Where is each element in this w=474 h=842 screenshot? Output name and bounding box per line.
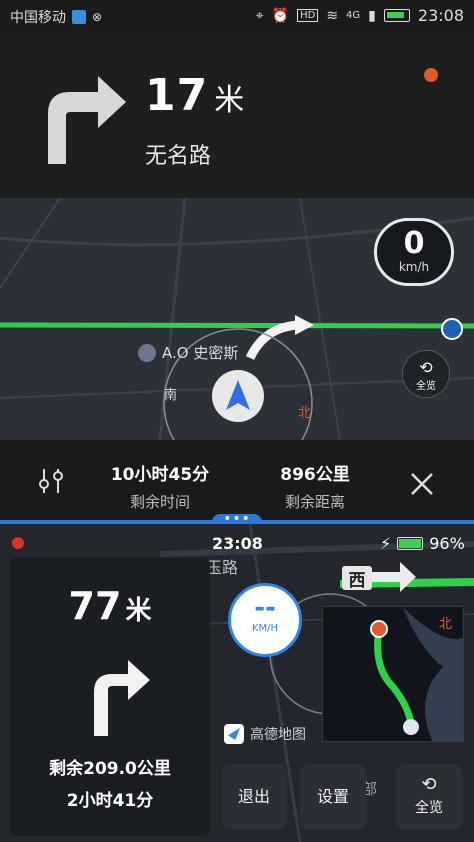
car-turn-arrow-icon (372, 562, 416, 592)
car-remaining-time: 2小时41分 (66, 791, 154, 811)
car-battery-percent: 96% (429, 534, 465, 553)
car-route-icon: ⟲ (421, 774, 437, 795)
remaining-distance-label: 剩余距离 (284, 493, 345, 511)
compass-north: 北 (298, 406, 312, 421)
speedometer: 0 km/h (374, 218, 454, 286)
car-speedometer: -- KM/H (228, 583, 302, 657)
status-left: 中国移动 ⊗ (10, 7, 102, 27)
remaining-time: 10小时45分 剩余时间 (95, 460, 225, 512)
carrier-name: 中国移动 (10, 10, 66, 26)
car-turn-distance-value: 77 (68, 584, 122, 628)
car-exit-button[interactable]: 退出 (222, 764, 286, 830)
speed-unit: km/h (398, 260, 430, 274)
car-status-signal-icon (12, 537, 24, 549)
car-time: 23:08 (212, 534, 263, 553)
car-overview-label: 全览 (415, 800, 443, 816)
car-guidance-card: 77 米 剩余209.0公里 2小时41分 (10, 558, 210, 836)
car-battery: ⚡ 96% (380, 534, 465, 553)
amap-logo-text: 高德地图 (250, 727, 306, 743)
alarm-icon: ⏰ (271, 7, 290, 24)
car-turn-distance: 77 米 (10, 584, 210, 628)
satellite-icon (424, 68, 438, 82)
navigation-arrow-icon (226, 380, 250, 410)
car-position-marker (212, 370, 264, 422)
signal-icon: ▮ (368, 7, 376, 24)
remaining-distance-value: 896公里 (280, 465, 350, 485)
charging-icon: ⚡ (380, 534, 392, 553)
car-remaining-distance: 剩余209.0公里 (49, 759, 171, 779)
remaining-time-value: 10小时45分 (110, 465, 210, 485)
car-direction-west: 西 (342, 566, 372, 591)
amap-logo-icon (224, 724, 244, 744)
car-turn-distance-unit: 米 (125, 596, 152, 626)
poi-icon (138, 343, 156, 362)
route-overview-button[interactable]: ⟲ 全览 (402, 350, 450, 398)
turn-right-arrow-icon (48, 76, 126, 164)
route-end-marker (441, 318, 463, 340)
wifi-icon: ≋ (326, 7, 339, 24)
status-right: ⌖ ⏰ HD ≋ 4G ▮ 23:08 (256, 6, 464, 25)
poi-name: A.O 史密斯 (162, 344, 239, 362)
overview-label: 全览 (416, 381, 436, 392)
mini-route-map[interactable]: 北 (322, 606, 464, 742)
compass-south: 南 (164, 388, 178, 403)
turn-distance-value: 17 (145, 70, 209, 121)
car-speed-unit: KM/H (251, 623, 279, 634)
nav-app-icon (72, 10, 86, 24)
turn-distance-unit: 米 (214, 83, 246, 118)
turn-distance: 17 米 (145, 70, 245, 121)
remaining-distance: 896公里 剩余距离 (250, 460, 380, 512)
battery-icon (383, 9, 410, 22)
route-icon: ⟲ (419, 358, 433, 377)
close-icon[interactable] (408, 470, 436, 498)
car-settings-button[interactable]: 设置 (300, 764, 366, 830)
hd-badge: HD (297, 9, 319, 22)
car-battery-icon (397, 537, 424, 550)
map-poi[interactable]: A.O 史密斯 (138, 342, 238, 363)
turn-guidance-panel: 17 米 无名路 (0, 32, 474, 198)
trip-info-bar: 10小时45分 剩余时间 896公里 剩余距离 (0, 440, 474, 522)
next-road-name: 无名路 (145, 144, 212, 169)
amap-logo: 高德地图 (224, 724, 306, 744)
location-icon: ⌖ (255, 7, 264, 24)
car-overview-button[interactable]: ⟲ 全览 (396, 764, 462, 830)
status-time: 23:08 (417, 6, 464, 25)
remaining-time-label: 剩余时间 (129, 493, 190, 511)
car-speed-value: -- (254, 593, 276, 623)
settings-sliders-icon[interactable] (36, 466, 66, 496)
mini-map-north: 北 (439, 617, 453, 632)
current-speed: 0 (403, 226, 425, 261)
car-card-turn-icon (94, 660, 150, 736)
status-bar: 中国移动 ⊗ ⌖ ⏰ HD ≋ 4G ▮ 23:08 (0, 0, 474, 32)
car-road-label: 玉路 (206, 558, 239, 577)
network-type: 4G (346, 10, 361, 21)
notification-icon: ⊗ (92, 10, 103, 24)
